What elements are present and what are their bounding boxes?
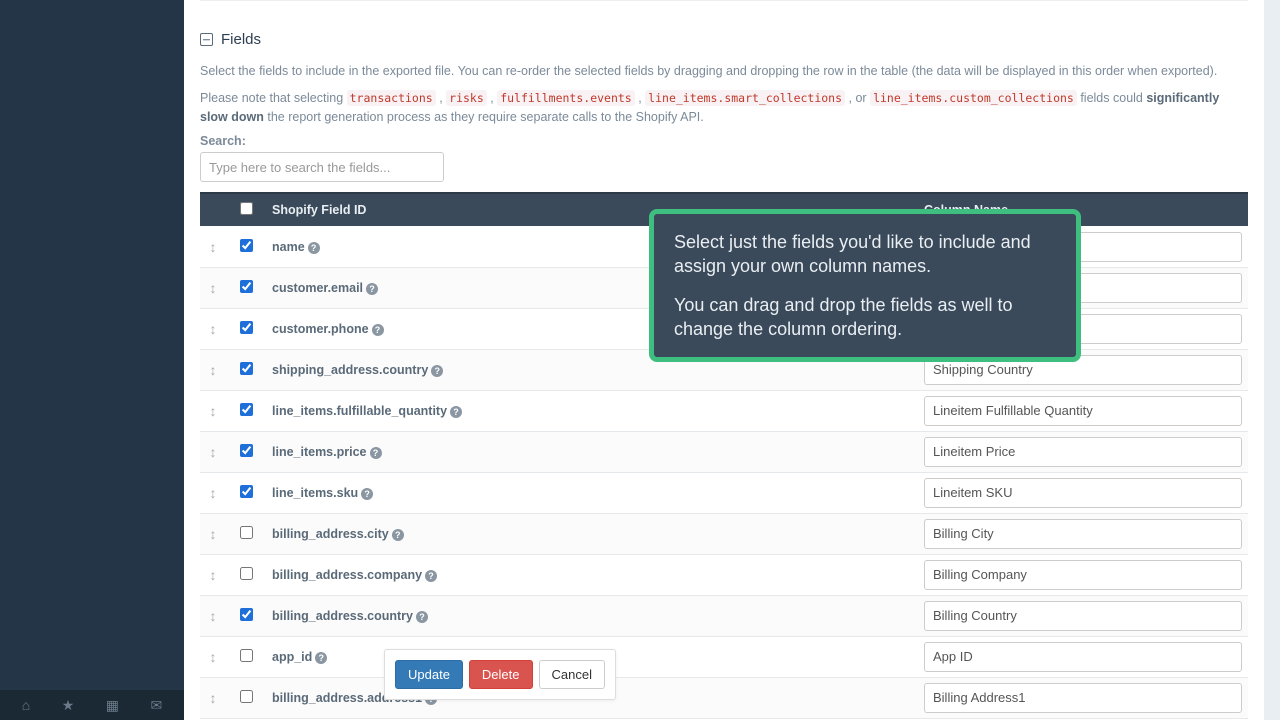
table-row: ↕ line_items.price?: [200, 431, 1248, 472]
help-icon[interactable]: ?: [315, 652, 327, 664]
help-icon[interactable]: ?: [370, 447, 382, 459]
table-row: ↕ billing_address.company?: [200, 554, 1248, 595]
star-icon[interactable]: ★: [62, 697, 75, 714]
sidebar-footer: ⌂ ★ ▦ ✉: [0, 690, 184, 720]
row-checkbox[interactable]: [240, 485, 253, 498]
column-name-input[interactable]: [924, 396, 1242, 426]
help-icon[interactable]: ?: [416, 611, 428, 623]
table-row: ↕ line_items.sku?: [200, 472, 1248, 513]
code-chip: line_items.smart_collections: [645, 90, 845, 106]
help-icon[interactable]: ?: [361, 488, 373, 500]
column-name-input[interactable]: [924, 601, 1242, 631]
help-icon[interactable]: ?: [450, 406, 462, 418]
search-label: Search:: [200, 134, 1248, 148]
field-id: billing_address.company: [272, 568, 422, 582]
drag-handle-icon[interactable]: ↕: [200, 431, 226, 472]
help-icon[interactable]: ?: [308, 242, 320, 254]
row-checkbox[interactable]: [240, 403, 253, 416]
code-chip: line_items.custom_collections: [870, 90, 1077, 106]
search-input[interactable]: [200, 152, 444, 182]
row-checkbox[interactable]: [240, 567, 253, 580]
cancel-button[interactable]: Cancel: [539, 660, 605, 689]
update-button[interactable]: Update: [395, 660, 463, 689]
section-header[interactable]: Fields: [200, 0, 1248, 58]
row-checkbox[interactable]: [240, 444, 253, 457]
drag-handle-icon[interactable]: ↕: [200, 636, 226, 677]
column-name-input[interactable]: [924, 642, 1242, 672]
field-id: line_items.sku: [272, 486, 358, 500]
row-checkbox[interactable]: [240, 526, 253, 539]
row-checkbox[interactable]: [240, 239, 253, 252]
field-id: line_items.fulfillable_quantity: [272, 404, 447, 418]
row-checkbox[interactable]: [240, 362, 253, 375]
mail-icon[interactable]: ✉: [151, 697, 163, 714]
help-text-1: Select the fields to include in the expo…: [200, 62, 1248, 81]
row-checkbox[interactable]: [240, 608, 253, 621]
action-bar: Update Delete Cancel: [384, 649, 616, 700]
row-checkbox[interactable]: [240, 280, 253, 293]
field-id: name: [272, 240, 305, 254]
row-checkbox[interactable]: [240, 649, 253, 662]
code-chip: risks: [446, 90, 487, 106]
field-id: billing_address.country: [272, 609, 413, 623]
drag-handle-icon[interactable]: ↕: [200, 595, 226, 636]
field-id: customer.email: [272, 281, 363, 295]
field-id: billing_address.city: [272, 527, 389, 541]
drag-handle-icon[interactable]: ↕: [200, 677, 226, 718]
field-id: customer.phone: [272, 322, 369, 336]
column-name-input[interactable]: [924, 478, 1242, 508]
help-icon[interactable]: ?: [372, 324, 384, 336]
field-id: line_items.price: [272, 445, 367, 459]
field-id: app_id: [272, 650, 312, 664]
drag-handle-icon[interactable]: ↕: [200, 226, 226, 267]
help-text-2: Please note that selecting transactions …: [200, 89, 1248, 127]
onboarding-tooltip: Select just the fields you'd like to inc…: [649, 209, 1081, 362]
code-chip: fulfillments.events: [497, 90, 635, 106]
table-row: ↕ billing_address.city?: [200, 513, 1248, 554]
help-icon[interactable]: ?: [425, 570, 437, 582]
column-name-input[interactable]: [924, 519, 1242, 549]
code-chip: transactions: [347, 90, 436, 106]
row-checkbox[interactable]: [240, 690, 253, 703]
sidebar: ⌂ ★ ▦ ✉: [0, 0, 184, 720]
table-row: ↕ app_id?: [200, 636, 1248, 677]
drag-handle-icon[interactable]: ↕: [200, 267, 226, 308]
drag-handle-icon[interactable]: ↕: [200, 513, 226, 554]
tooltip-line-2: You can drag and drop the fields as well…: [674, 293, 1056, 342]
column-name-input[interactable]: [924, 683, 1242, 713]
table-row: ↕ billing_address.country?: [200, 595, 1248, 636]
table-row: ↕ line_items.fulfillable_quantity?: [200, 390, 1248, 431]
select-all-checkbox[interactable]: [240, 202, 253, 215]
delete-button[interactable]: Delete: [469, 660, 533, 689]
help-icon[interactable]: ?: [431, 365, 443, 377]
drag-handle-icon[interactable]: ↕: [200, 472, 226, 513]
help-icon[interactable]: ?: [392, 529, 404, 541]
column-name-input[interactable]: [924, 560, 1242, 590]
collapse-icon[interactable]: [200, 33, 213, 46]
apps-icon[interactable]: ▦: [106, 697, 119, 714]
table-row: ↕billing_address.address1?: [200, 677, 1248, 718]
drag-handle-icon[interactable]: ↕: [200, 390, 226, 431]
row-checkbox[interactable]: [240, 321, 253, 334]
column-name-input[interactable]: [924, 437, 1242, 467]
tooltip-line-1: Select just the fields you'd like to inc…: [674, 230, 1056, 279]
section-title-text: Fields: [221, 31, 261, 48]
drag-handle-icon[interactable]: ↕: [200, 349, 226, 390]
help-icon[interactable]: ?: [366, 283, 378, 295]
field-id: shipping_address.country: [272, 363, 428, 377]
drag-handle-icon[interactable]: ↕: [200, 308, 226, 349]
drag-handle-icon[interactable]: ↕: [200, 554, 226, 595]
dashboard-icon[interactable]: ⌂: [22, 697, 30, 713]
